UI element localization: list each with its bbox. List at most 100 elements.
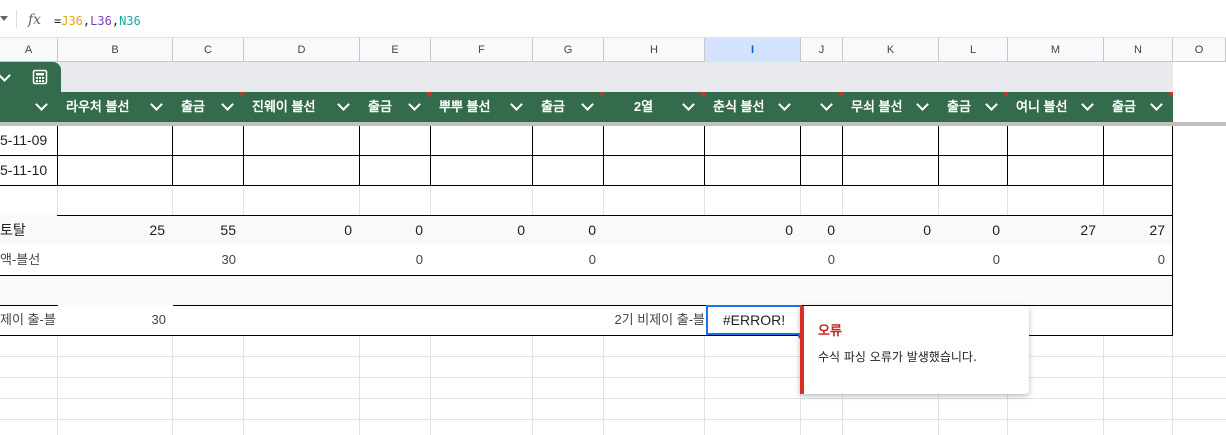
chevron-down-icon[interactable] [985, 98, 998, 111]
grid-line [0, 398, 1226, 399]
column-header-n[interactable]: N [1104, 38, 1173, 62]
column-header-i[interactable]: I [705, 38, 801, 62]
column-header-m[interactable]: M [1008, 38, 1104, 62]
chevron-down-icon[interactable] [1150, 98, 1163, 111]
header-label: 2열 [633, 99, 654, 114]
header-cell-c[interactable]: 출금 [173, 92, 244, 122]
header-cell-e[interactable]: 출금 [360, 92, 431, 122]
total-cell-e[interactable]: 0 [360, 215, 423, 245]
chevron-down-icon[interactable] [510, 98, 523, 111]
balance-label[interactable]: 액-블선 [0, 245, 57, 275]
total-label[interactable]: 토탈 [0, 215, 57, 245]
grid-line [1172, 126, 1173, 186]
formula-input[interactable]: =J36,L36,N36 [54, 14, 141, 28]
column-header-g[interactable]: G [533, 38, 604, 62]
grid-line [359, 186, 360, 215]
column-header-c[interactable]: C [173, 38, 244, 62]
grid-line [430, 126, 431, 186]
grid-line [1007, 126, 1008, 186]
chevron-down-icon[interactable] [221, 98, 234, 111]
total-cell-n[interactable]: 27 [1104, 215, 1165, 245]
footer-label-h[interactable]: 2기 비제이 출-블 [590, 305, 705, 335]
grid-line [430, 335, 431, 435]
chevron-down-icon[interactable] [820, 98, 833, 111]
chevron-down-icon[interactable] [0, 69, 11, 82]
header-cell-f[interactable]: 뿌뿌 블선 [431, 92, 533, 122]
table-tab[interactable] [0, 62, 61, 92]
chevron-down-icon[interactable] [337, 98, 350, 111]
date-cell[interactable]: 5-11-10 [0, 155, 57, 185]
grid-line [1103, 126, 1104, 186]
column-header-a[interactable]: A [0, 38, 58, 62]
balance-cell-c[interactable]: 30 [173, 245, 236, 275]
grid-line [1007, 186, 1008, 215]
formula-bar[interactable]: fx =J36,L36,N36 [0, 0, 1226, 38]
error-popup: 오류 수식 파싱 오류가 발생했습니다. [800, 306, 1029, 394]
chevron-down-icon[interactable] [916, 98, 929, 111]
grid-line [842, 126, 843, 186]
balance-cell-g[interactable]: 0 [533, 245, 596, 275]
error-cell[interactable]: #ERROR! [706, 305, 802, 335]
grid-line [0, 377, 1226, 378]
column-header-f[interactable]: F [431, 38, 533, 62]
total-cell-l[interactable]: 0 [939, 215, 1000, 245]
header-cell-b[interactable]: 라우처 블선 [58, 92, 173, 122]
header-cell-n[interactable]: 출금 [1104, 92, 1173, 122]
grid-line [532, 335, 533, 435]
error-popup-title: 오류 [818, 324, 842, 339]
header-label: 뿌뿌 블선 [439, 99, 491, 114]
column-header-h[interactable]: H [604, 38, 705, 62]
total-cell-i[interactable]: 0 [705, 215, 793, 245]
chevron-down-icon[interactable] [1081, 98, 1094, 111]
column-header-j[interactable]: J [801, 38, 843, 62]
balance-cell-j[interactable]: 0 [801, 245, 835, 275]
column-header-e[interactable]: E [360, 38, 431, 62]
total-cell-c[interactable]: 55 [173, 215, 236, 245]
chevron-down-icon[interactable] [778, 98, 791, 111]
grid-line [0, 155, 1173, 156]
balance-cell-n[interactable]: 0 [1104, 245, 1165, 275]
header-cell-h[interactable]: 2열 [604, 92, 705, 122]
total-cell-j[interactable]: 0 [801, 215, 835, 245]
header-cell-a[interactable] [0, 92, 58, 122]
chevron-down-icon[interactable] [150, 98, 163, 111]
header-cell-k[interactable]: 무쇠 블선 [843, 92, 939, 122]
balance-cell-l[interactable]: 0 [939, 245, 1000, 275]
chevron-down-icon[interactable] [682, 98, 695, 111]
chevron-down-icon[interactable] [581, 98, 594, 111]
column-header-l[interactable]: L [939, 38, 1008, 62]
chevron-down-icon[interactable] [35, 98, 48, 111]
grid-line [704, 186, 705, 215]
column-header-d[interactable]: D [244, 38, 360, 62]
footer-value-b[interactable]: 30 [58, 305, 166, 335]
balance-cell-e[interactable]: 0 [360, 245, 423, 275]
calculator-icon[interactable] [32, 69, 48, 85]
header-cell-l[interactable]: 출금 [939, 92, 1008, 122]
header-label: 출금 [541, 99, 565, 114]
column-header-o[interactable]: O [1173, 38, 1226, 62]
grid-line [532, 186, 533, 215]
header-cell-m[interactable]: 여니 블선 [1008, 92, 1104, 122]
header-cell-g[interactable]: 출금 [533, 92, 604, 122]
chevron-down-icon[interactable] [408, 98, 421, 111]
error-popup-message: 수식 파싱 오류가 발생했습니다. [818, 350, 977, 364]
column-header-b[interactable]: B [58, 38, 173, 62]
header-cell-j[interactable] [801, 92, 843, 122]
total-cell-k[interactable]: 0 [843, 215, 931, 245]
total-cell-f[interactable]: 0 [431, 215, 525, 245]
total-cell-g[interactable]: 0 [533, 215, 596, 245]
header-label: 춘식 블선 [713, 99, 765, 114]
total-cell-m[interactable]: 27 [1008, 215, 1096, 245]
footer-label-a[interactable]: 제이 출-블 [0, 305, 57, 335]
total-cell-d[interactable]: 0 [244, 215, 352, 245]
formula-token: , [111, 14, 120, 28]
column-header-k[interactable]: K [843, 38, 939, 62]
header-cell-i[interactable]: 춘식 블선 [705, 92, 801, 122]
header-label: 출금 [368, 99, 392, 114]
grid-line [704, 126, 705, 186]
header-label: 라우처 블선 [66, 99, 130, 114]
date-cell[interactable]: 5-11-09 [0, 125, 57, 155]
header-cell-d[interactable]: 진웨이 블선 [244, 92, 360, 122]
dropdown-arrow-icon[interactable] [0, 16, 8, 21]
total-cell-b[interactable]: 25 [58, 215, 165, 245]
